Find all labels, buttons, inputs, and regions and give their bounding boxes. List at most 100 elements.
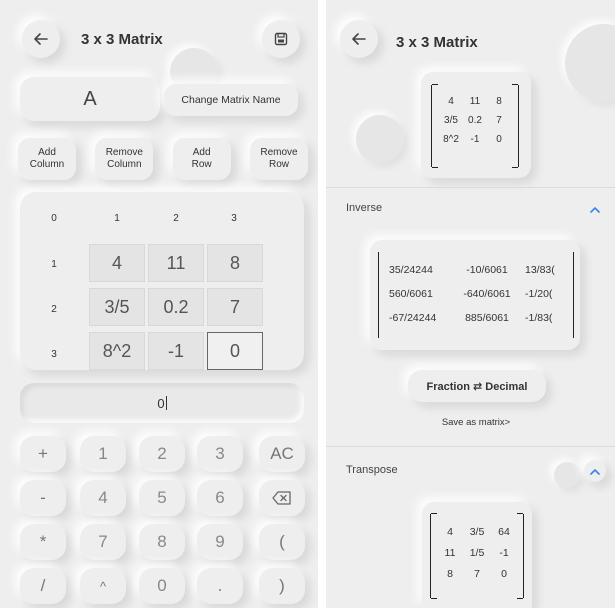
remove-row-button[interactable]: Remove Row: [249, 138, 308, 180]
matrix-cell[interactable]: 7: [207, 288, 263, 326]
section-divider: [326, 187, 615, 188]
matrix-grid: 0 1 2 3 1 2 3 4 11 8 3/5 0.2 7 8^2 -1 0: [20, 192, 304, 370]
fraction-decimal-toggle-button[interactable]: Fraction ⇄ Decimal: [408, 370, 546, 402]
matrix-ops-toolbar: Add Column Remove Column Add Row Remove …: [18, 138, 308, 180]
key-backspace[interactable]: [259, 480, 305, 516]
button-label: Add: [192, 147, 211, 158]
key-9[interactable]: 9: [197, 524, 243, 560]
chevron-up-icon: [590, 206, 600, 213]
matrix-entry: -1/20(: [525, 288, 553, 300]
original-matrix: 4 11 8 3/5 0.2 7 8^2 -1 0: [431, 84, 519, 168]
key-power[interactable]: ^: [80, 568, 126, 604]
chevron-up-icon: [590, 468, 600, 475]
matrix-entry: 1/5: [469, 547, 485, 559]
key-decimal[interactable]: .: [197, 568, 243, 604]
key-minus[interactable]: -: [20, 480, 66, 516]
matrix-entry: 8: [496, 96, 502, 107]
matrix-entry: 0: [501, 568, 507, 580]
text-caret: [165, 396, 167, 410]
matrix-cell[interactable]: 3/5: [89, 288, 145, 326]
matrix-cell[interactable]: 8: [207, 244, 263, 282]
add-row-button[interactable]: Add Row: [172, 138, 231, 180]
button-label: Column: [107, 159, 142, 170]
button-label: Remove: [105, 147, 143, 158]
button-label: Row: [268, 159, 289, 170]
matrix-entry: -640/6061: [463, 288, 511, 300]
cell-input-field[interactable]: 0: [20, 383, 304, 423]
key-5[interactable]: 5: [139, 480, 185, 516]
decorative-circle: [554, 462, 580, 488]
key-1[interactable]: 1: [80, 436, 126, 472]
save-button[interactable]: [262, 20, 300, 58]
matrix-entry: -1: [470, 134, 480, 145]
key-ac[interactable]: AC: [259, 436, 305, 472]
back-button[interactable]: [340, 20, 378, 58]
matrix-cell[interactable]: -1: [148, 332, 204, 370]
remove-column-button[interactable]: Remove Column: [95, 138, 154, 180]
matrix-cell[interactable]: 4: [89, 244, 145, 282]
matrix-entry: -10/6061: [466, 264, 508, 276]
matrix-result-panel: 3 x 3 Matrix 4 11 8 3/5 0.2 7 8^2 -1 0 I…: [326, 0, 615, 608]
matrix-entry: 13/83(: [525, 264, 555, 276]
key-plus[interactable]: +: [20, 436, 66, 472]
matrix-entry: -1/83(: [525, 312, 553, 324]
add-column-button[interactable]: Add Column: [18, 138, 76, 180]
key-7[interactable]: 7: [80, 524, 126, 560]
matrix-entry: 7: [496, 115, 502, 126]
key-open-paren[interactable]: (: [259, 524, 305, 560]
inverse-matrix-card: 35/24244 -10/6061 13/83( 560/6061 -640/6…: [370, 240, 580, 350]
matrix-name-display: A: [20, 77, 160, 121]
matrix-entry: 8: [447, 568, 453, 580]
matrix-entry: 3/5: [469, 526, 485, 538]
key-8[interactable]: 8: [139, 524, 185, 560]
key-6[interactable]: 6: [197, 480, 243, 516]
column-header: 1: [114, 213, 120, 224]
key-close-paren[interactable]: ): [259, 568, 305, 604]
matrix-entry: 35/24244: [389, 264, 433, 276]
key-multiply[interactable]: *: [20, 524, 66, 560]
matrix-editor-panel: 3 x 3 Matrix A Change Matrix Name Add Co…: [0, 0, 318, 608]
matrix-entry: 4: [448, 96, 454, 107]
decorative-circle: [565, 24, 615, 102]
matrix-cell[interactable]: 0.2: [148, 288, 204, 326]
button-label: Add: [38, 147, 56, 158]
transpose-collapse-button[interactable]: [584, 460, 606, 482]
change-matrix-name-button[interactable]: Change Matrix Name: [164, 84, 298, 116]
column-header: 2: [173, 213, 179, 224]
matrix-entry: 11: [469, 96, 481, 107]
inverse-collapse-button[interactable]: [584, 198, 606, 220]
input-value: 0: [157, 395, 165, 411]
transpose-matrix: 4 3/5 64 11 1/5 -1 8 7 0: [430, 513, 524, 599]
matrix-entry: -67/24244: [389, 312, 437, 324]
original-matrix-card: 4 11 8 3/5 0.2 7 8^2 -1 0: [421, 72, 531, 178]
matrix-entry: 560/6061: [389, 288, 433, 300]
save-icon: [274, 32, 288, 46]
matrix-entry: 7: [474, 568, 480, 580]
save-as-matrix-link[interactable]: Save as matrix>: [421, 417, 531, 428]
arrow-left-icon: [34, 33, 48, 45]
key-4[interactable]: 4: [80, 480, 126, 516]
inverse-section-label: Inverse: [346, 202, 383, 214]
row-header: 1: [51, 259, 57, 270]
arrow-left-icon: [352, 33, 366, 45]
key-3[interactable]: 3: [197, 436, 243, 472]
transpose-section-label: Transpose: [346, 464, 398, 476]
matrix-entry: 885/6061: [465, 312, 509, 324]
matrix-entry: 0: [496, 134, 502, 145]
key-2[interactable]: 2: [139, 436, 185, 472]
key-0[interactable]: 0: [139, 568, 185, 604]
key-divide[interactable]: /: [20, 568, 66, 604]
back-button[interactable]: [22, 20, 60, 58]
page-title: 3 x 3 Matrix: [81, 31, 163, 48]
transpose-matrix-card: 4 3/5 64 11 1/5 -1 8 7 0: [422, 502, 532, 608]
matrix-entry: 3/5: [444, 115, 458, 126]
matrix-cell-selected[interactable]: 0: [207, 332, 263, 370]
matrix-cell[interactable]: 8^2: [89, 332, 145, 370]
matrix-entry: 0.2: [468, 115, 482, 126]
matrix-cell[interactable]: 11: [148, 244, 204, 282]
column-header: 3: [231, 213, 237, 224]
decorative-circle: [356, 115, 404, 163]
section-divider: [326, 446, 615, 447]
matrix-entry: 64: [498, 526, 510, 538]
row-header: 2: [51, 304, 57, 315]
